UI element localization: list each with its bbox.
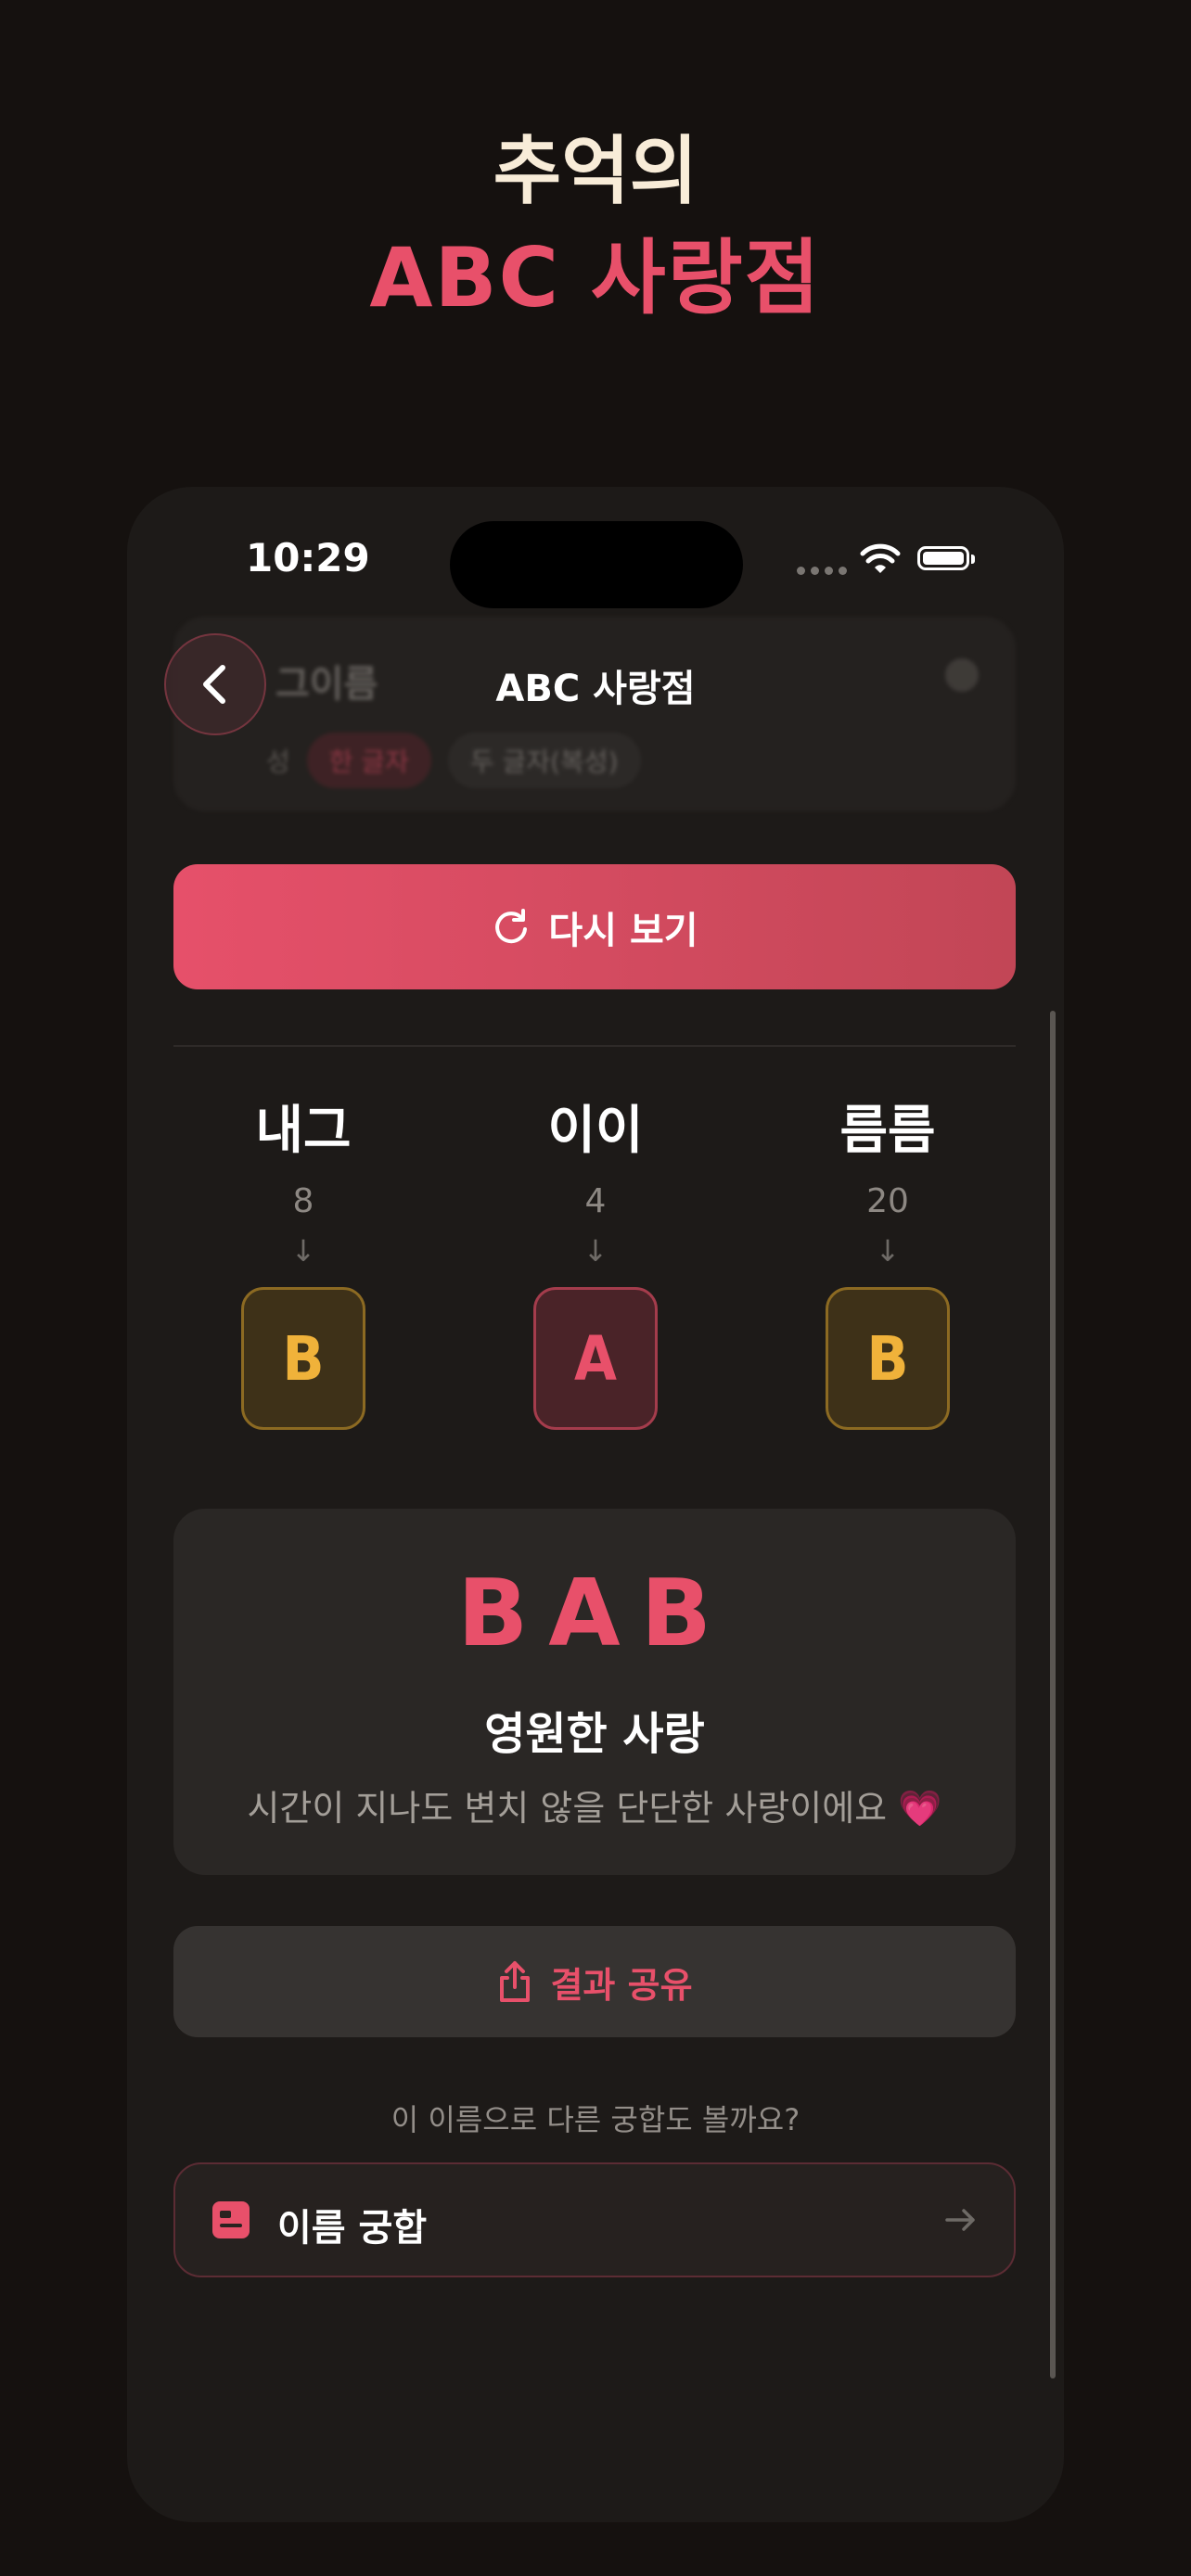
letter-column-3: 름름 20 ↓ B bbox=[795, 1099, 980, 1430]
share-result-button[interactable]: 결과 공유 bbox=[173, 1926, 1016, 2037]
letter-column-1: 내그 8 ↓ B bbox=[211, 1099, 396, 1430]
status-time: 10:29 bbox=[246, 535, 370, 580]
scrollbar[interactable] bbox=[1050, 1011, 1056, 2378]
status-bar: 10:29 bbox=[127, 487, 1064, 608]
result-description: 시간이 지나도 변치 않을 단단한 사랑이에요 💗 bbox=[247, 1788, 942, 1829]
share-label: 결과 공유 bbox=[550, 1964, 693, 2006]
hero-line2: ABC 사랑점 bbox=[369, 230, 822, 325]
compat-label: 이름 궁합 bbox=[277, 2207, 428, 2250]
share-icon bbox=[500, 1961, 531, 2002]
chip-double-surname[interactable]: 두 글자(복성) bbox=[447, 733, 641, 788]
letter-column-2: 이이 4 ↓ A bbox=[503, 1099, 688, 1430]
signal-icon bbox=[797, 567, 847, 575]
column-number: 20 bbox=[866, 1182, 909, 1220]
hero-line1: 추억의 bbox=[493, 128, 698, 214]
result-title: 영원한 사랑 bbox=[484, 1708, 705, 1760]
chip-single-surname[interactable]: 한 글자 bbox=[306, 733, 431, 788]
grade-badge: A bbox=[533, 1287, 658, 1430]
refresh-icon bbox=[495, 908, 528, 943]
name-card-icon bbox=[212, 2201, 250, 2238]
result-code: BAB bbox=[457, 1559, 732, 1667]
surname-option-row: 성 한 글자 두 글자(복성) bbox=[266, 733, 641, 788]
grade-badge: B bbox=[241, 1287, 365, 1430]
column-name: 이이 bbox=[547, 1101, 644, 1161]
arrow-down-icon: ↓ bbox=[583, 1233, 608, 1269]
retry-button[interactable]: 다시 보기 bbox=[173, 864, 1016, 989]
column-name: 름름 bbox=[839, 1101, 936, 1161]
page-title: ABC 사랑점 bbox=[495, 668, 696, 710]
wifi-icon bbox=[860, 543, 901, 573]
divider bbox=[173, 1045, 1016, 1047]
retry-label: 다시 보기 bbox=[548, 909, 698, 952]
hero-heading: 추억의 ABC 사랑점 bbox=[0, 121, 1191, 334]
name-compatibility-button[interactable]: 이름 궁합 bbox=[173, 2162, 1016, 2277]
phone-screen: 10:29 그이름 성 한 글자 두 글자(복성) ABC 사랑점 다시 보기 bbox=[127, 487, 1064, 2522]
arrow-down-icon: ↓ bbox=[875, 1233, 901, 1269]
surname-label: 성 bbox=[266, 746, 290, 777]
grade-badge: B bbox=[826, 1287, 950, 1430]
arrow-down-icon: ↓ bbox=[290, 1233, 316, 1269]
background-input-card: 그이름 성 한 글자 두 글자(복성) bbox=[173, 617, 1016, 811]
result-card: BAB 영원한 사랑 시간이 지나도 변치 않을 단단한 사랑이에요 💗 bbox=[173, 1509, 1016, 1875]
dynamic-island bbox=[450, 521, 743, 608]
column-number: 8 bbox=[292, 1182, 314, 1220]
column-number: 4 bbox=[584, 1182, 607, 1220]
column-name: 내그 bbox=[255, 1101, 352, 1161]
arrow-right-icon bbox=[945, 2209, 975, 2231]
compatibility-prompt: 이 이름으로 다른 궁합도 볼까요? bbox=[391, 2102, 800, 2137]
battery-icon bbox=[917, 546, 975, 570]
